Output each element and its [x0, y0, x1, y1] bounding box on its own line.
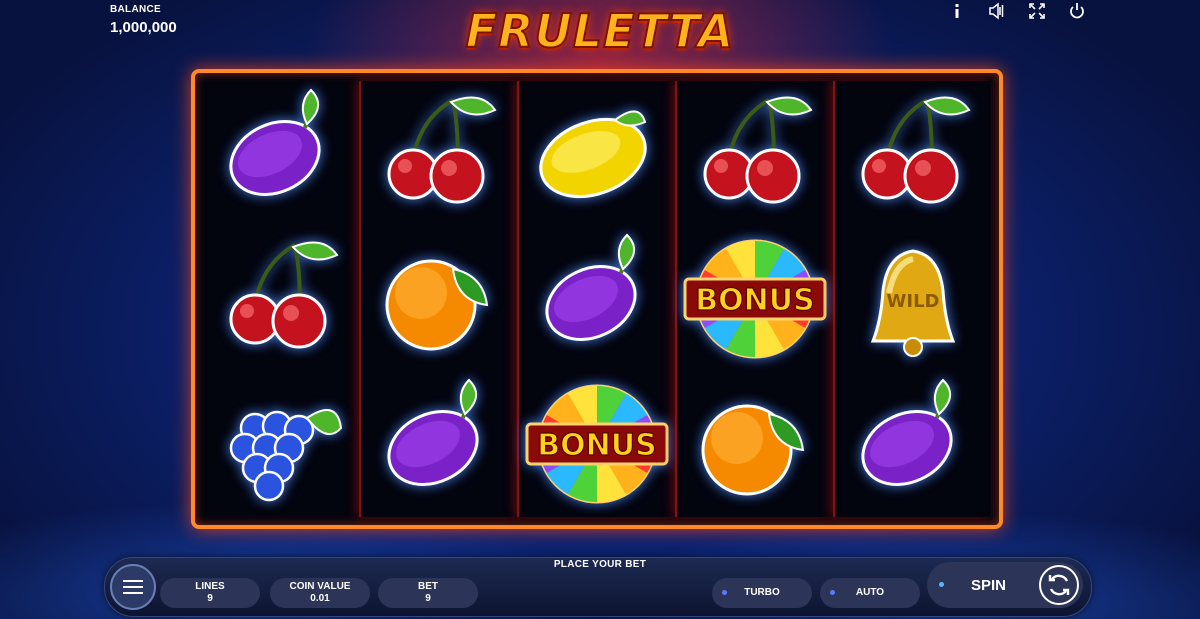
orange-icon: [385, 259, 489, 351]
wild-bell-icon: WILD: [870, 249, 956, 357]
auto-label: AUTO: [855, 587, 885, 598]
plum-icon: [229, 88, 321, 196]
hamburger-icon: [123, 580, 143, 594]
power-icon[interactable]: [1068, 2, 1086, 20]
coin-value-label: COIN VALUE: [289, 581, 351, 592]
symbol-cherry: [369, 84, 509, 224]
symbol-bonus: BONUS: [683, 229, 827, 369]
symbol-grapes: [211, 374, 351, 514]
svg-text:BONUS: BONUS: [695, 283, 814, 318]
spin-label: SPIN: [971, 577, 1007, 594]
reel-4: BONUS: [675, 81, 833, 517]
orange-icon: [701, 404, 805, 496]
reel-3: BONUS: [517, 81, 675, 517]
svg-text:WILD: WILD: [887, 291, 940, 312]
spin-circle: [1039, 565, 1079, 605]
cherry-icon: [387, 96, 497, 204]
menu-button[interactable]: [110, 564, 156, 610]
symbol-lemon: [527, 84, 667, 224]
cherry-icon: [703, 96, 813, 204]
refresh-icon: [1048, 574, 1070, 596]
reel-5: WILD: [833, 81, 991, 517]
coin-value: 0.01: [310, 593, 330, 604]
top-toolbar: [948, 2, 1086, 20]
lines-selector[interactable]: LINES 9: [160, 578, 260, 608]
symbol-cherry: [211, 229, 351, 369]
turbo-indicator: [722, 590, 727, 595]
fullscreen-icon[interactable]: [1028, 2, 1046, 20]
cherry-icon: [861, 96, 971, 204]
lemon-icon: [539, 110, 647, 198]
lines-label: LINES: [195, 581, 225, 592]
grapes-icon: [229, 409, 343, 502]
bet-selector[interactable]: BET 9: [378, 578, 478, 608]
bonus-icon: BONUS: [525, 384, 669, 504]
info-icon[interactable]: [948, 2, 966, 20]
symbol-cherry: [685, 84, 825, 224]
plum-icon: [387, 378, 479, 487]
plum-icon: [861, 378, 953, 487]
plum-icon: [545, 233, 637, 341]
symbol-orange: [369, 229, 509, 369]
turbo-button[interactable]: TURBO: [712, 578, 812, 608]
cherry-icon: [229, 241, 339, 349]
symbol-plum: [211, 84, 351, 224]
bet-label: BET: [418, 581, 438, 592]
lines-value: 9: [207, 593, 213, 604]
spin-indicator: [939, 582, 944, 587]
svg-text:BONUS: BONUS: [537, 428, 656, 463]
coin-value-selector[interactable]: COIN VALUE 0.01: [270, 578, 370, 608]
turbo-label: TURBO: [744, 587, 780, 598]
reels-area: BONUS BONUS WILD: [203, 81, 991, 517]
bonus-icon: BONUS: [683, 239, 827, 359]
symbol-cherry: [843, 84, 983, 224]
bet-value: 9: [425, 593, 431, 604]
symbol-wild-bell: WILD: [843, 229, 983, 369]
symbol-plum: [527, 229, 667, 369]
spin-button[interactable]: SPIN: [927, 562, 1083, 608]
reel-1: [203, 81, 359, 517]
sound-icon[interactable]: [988, 2, 1006, 20]
symbol-bonus: BONUS: [525, 374, 669, 514]
symbol-plum: [369, 374, 509, 514]
reels-frame: BONUS BONUS WILD: [191, 69, 1003, 529]
auto-button[interactable]: AUTO: [820, 578, 920, 608]
reel-2: [359, 81, 517, 517]
symbol-orange: [685, 374, 825, 514]
auto-indicator: [830, 590, 835, 595]
symbol-plum: [843, 374, 983, 514]
